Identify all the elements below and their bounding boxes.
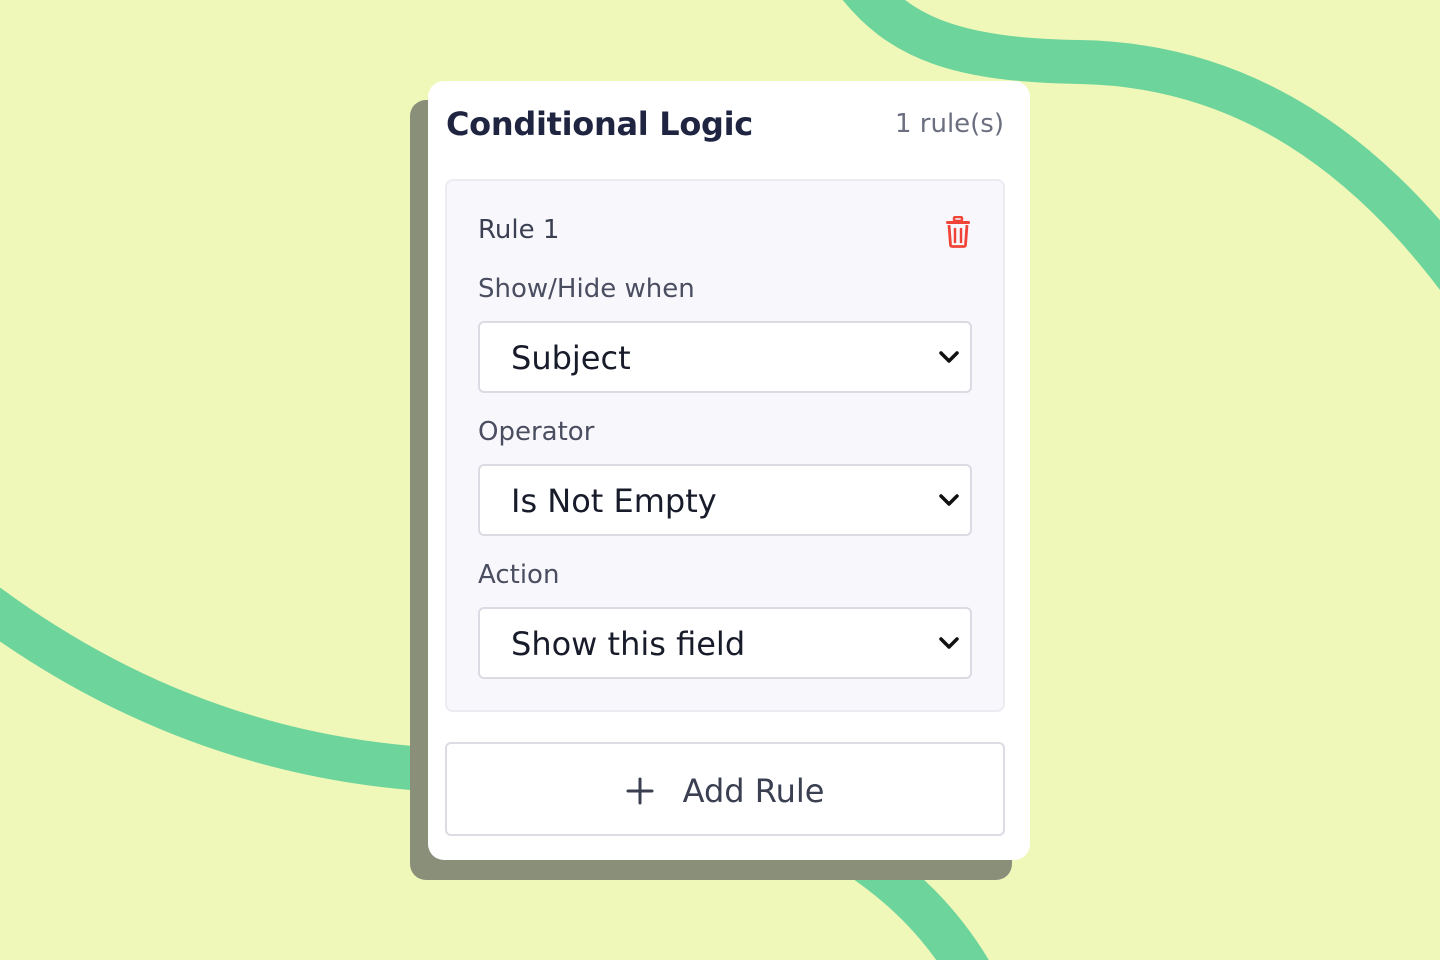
background-curve-left [0,587,442,792]
operator-select-value: Is Not Empty [511,482,717,520]
rule-count: 1 rule(s) [894,109,1004,139]
plus-icon [626,777,654,805]
trash-icon [946,215,970,248]
show-hide-label: Show/Hide when [478,274,695,304]
field-select-value: Subject [511,339,631,377]
conditional-logic-panel: Conditional Logic 1 rule(s) Rule 1 Show/… [428,81,1030,860]
add-rule-content: Add Rule [447,772,1003,810]
operator-select[interactable]: Is Not Empty [478,464,972,536]
rule-title: Rule 1 [478,215,560,245]
chevron-down-icon [939,351,959,363]
add-rule-button[interactable]: Add Rule [445,742,1005,836]
field-select[interactable]: Subject [478,321,972,393]
delete-rule-button[interactable] [944,215,972,248]
add-rule-label: Add Rule [682,772,825,810]
action-label: Action [478,560,560,590]
action-select[interactable]: Show this field [478,607,972,679]
rule-card: Rule 1 Show/Hide when Subject Operator I… [445,179,1005,712]
operator-label: Operator [478,417,595,447]
chevron-down-icon [939,637,959,649]
panel-title: Conditional Logic [446,105,753,143]
action-select-value: Show this field [511,625,746,663]
chevron-down-icon [939,494,959,506]
